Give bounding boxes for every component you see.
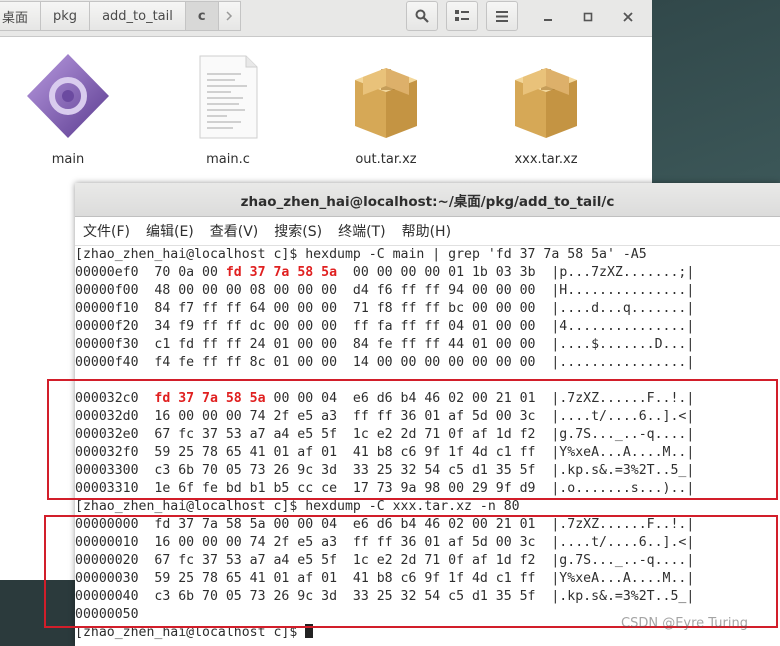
terminal-text: [zhao_zhen_hai@localhost c]$ hexdump -C … — [75, 247, 647, 262]
view-toggle-button[interactable] — [446, 1, 478, 31]
menu-edit[interactable]: 编辑(E) — [146, 221, 194, 241]
search-icon — [415, 9, 429, 23]
menu-search[interactable]: 搜索(S) — [274, 221, 322, 241]
file-name: main — [51, 152, 85, 167]
terminal-title: zhao_zhen_hai@localhost:~/桌面/pkg/add_to_… — [75, 183, 780, 217]
terminal-line: 00000f40 f4 fe ff ff 8c 01 00 00 14 00 0… — [75, 354, 780, 372]
close-button[interactable] — [620, 9, 636, 25]
maximize-button[interactable] — [580, 9, 596, 25]
terminal-line: [zhao_zhen_hai@localhost c]$ hexdump -C … — [75, 246, 780, 264]
breadcrumb-forward-button[interactable] — [218, 1, 241, 31]
menu-file[interactable]: 文件(F) — [83, 221, 130, 241]
breadcrumb-item[interactable]: pkg — [41, 1, 91, 31]
menu-view[interactable]: 查看(V) — [210, 221, 259, 241]
file-item[interactable]: main.c — [168, 50, 288, 167]
terminal-line: 00000f10 84 f7 ff ff 64 00 00 00 71 f8 f… — [75, 300, 780, 318]
terminal-line: [zhao_zhen_hai@localhost c]$ hexdump -C … — [75, 498, 780, 516]
menu-button[interactable] — [486, 1, 518, 31]
file-name: out.tar.xz — [355, 152, 417, 167]
text-document-icon — [199, 55, 258, 139]
file-item[interactable]: xxx.tar.xz — [486, 50, 606, 167]
package-icon — [355, 68, 417, 138]
breadcrumb-item[interactable]: 桌面 — [0, 1, 42, 31]
package-icon — [515, 68, 577, 138]
terminal-text: 00000ef0 70 0a 00 — [75, 265, 226, 280]
hamburger-icon — [496, 10, 508, 22]
close-icon — [623, 12, 633, 22]
menu-terminal[interactable]: 终端(T) — [338, 221, 385, 241]
watermark: CSDN @Eyre Turing — [621, 616, 748, 631]
terminal-text: 00000f40 f4 fe ff ff 8c 01 00 00 14 00 0… — [75, 355, 695, 370]
maximize-icon — [583, 12, 593, 22]
list-view-icon — [455, 10, 469, 21]
file-item[interactable]: out.tar.xz — [326, 50, 446, 167]
terminal-line: 00000f20 34 f9 ff ff dc 00 00 00 ff fa f… — [75, 318, 780, 336]
terminal-text: 00000f30 c1 fd ff ff 24 01 00 00 84 fe f… — [75, 337, 695, 352]
chevron-right-icon — [226, 11, 233, 21]
minimize-button[interactable] — [540, 9, 556, 25]
annotation-box-main — [47, 379, 778, 500]
terminal-text: 00000f20 34 f9 ff ff dc 00 00 00 ff fa f… — [75, 319, 695, 334]
file-item[interactable]: main — [8, 50, 128, 167]
terminal-menubar: 文件(F) 编辑(E) 查看(V) 搜索(S) 终端(T) 帮助(H) — [75, 217, 780, 246]
executable-icon — [27, 54, 109, 138]
minimize-icon — [544, 19, 552, 21]
terminal-text: 00000f10 84 f7 ff ff 64 00 00 00 71 f8 f… — [75, 301, 695, 316]
terminal-line: 00000f30 c1 fd ff ff 24 01 00 00 84 fe f… — [75, 336, 780, 354]
file-manager-header: 桌面 pkg add_to_tail c — [0, 0, 652, 37]
file-name: xxx.tar.xz — [514, 152, 578, 167]
breadcrumb-item-current[interactable]: c — [185, 1, 219, 31]
terminal-text: 00 00 00 00 01 1b 03 3b |p...7zXZ.......… — [337, 265, 695, 280]
search-button[interactable] — [406, 1, 438, 31]
breadcrumb-item[interactable]: add_to_tail — [90, 1, 186, 31]
xz-magic-bytes: fd 37 7a 58 5a — [225, 265, 338, 280]
terminal-line: 00000f00 48 00 00 00 08 00 00 00 d4 f6 f… — [75, 282, 780, 300]
breadcrumb: 桌面 pkg add_to_tail c — [0, 1, 241, 33]
terminal-line: 00000ef0 70 0a 00 fd 37 7a 58 5a 00 00 0… — [75, 264, 780, 282]
terminal-text: 00000f00 48 00 00 00 08 00 00 00 d4 f6 f… — [75, 283, 695, 298]
terminal-text: [zhao_zhen_hai@localhost c]$ hexdump -C … — [75, 499, 520, 514]
file-name: main.c — [206, 152, 250, 167]
menu-help[interactable]: 帮助(H) — [402, 221, 451, 241]
annotation-box-archive — [44, 515, 778, 628]
